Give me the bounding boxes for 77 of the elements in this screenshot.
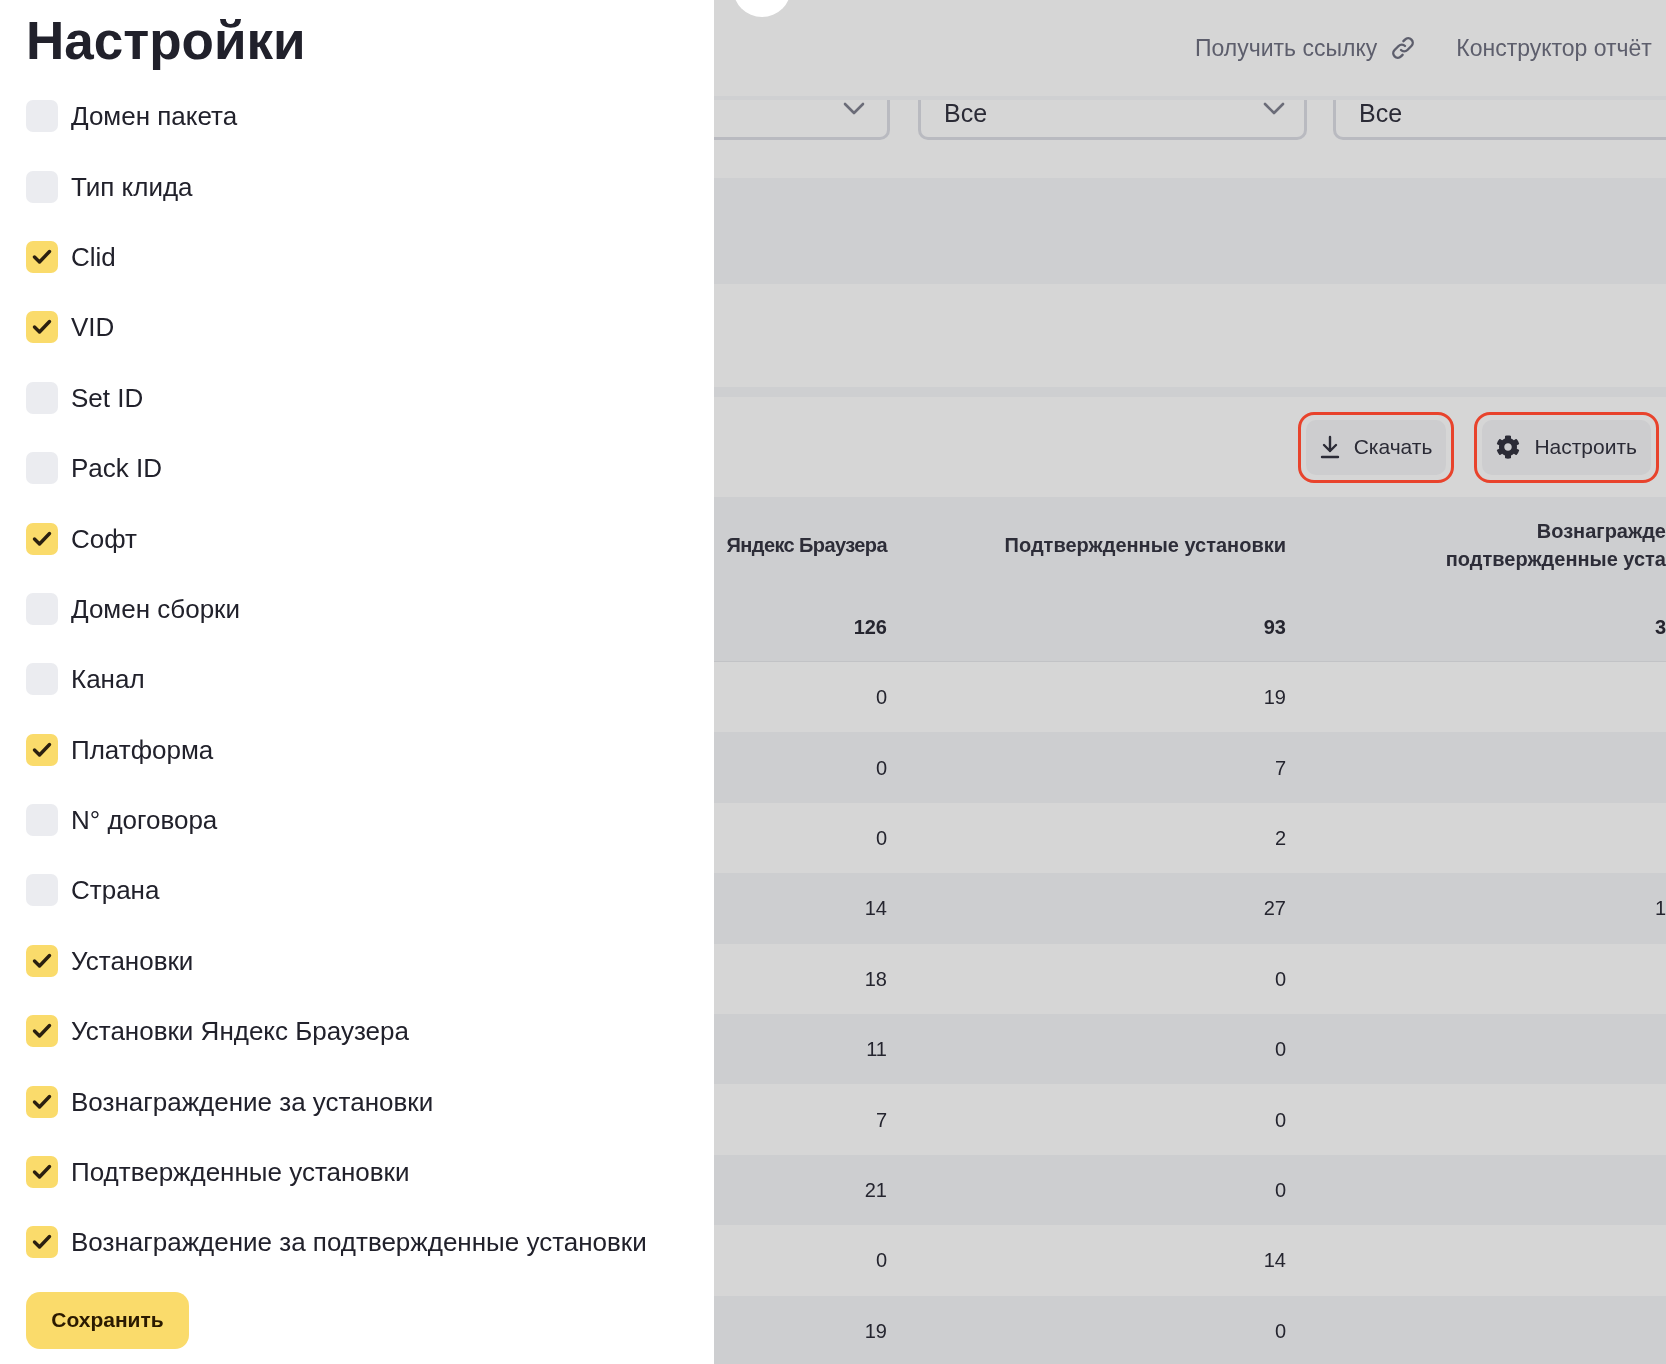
option-label: Канал [71,664,145,695]
checkbox[interactable] [26,1085,58,1118]
checkbox[interactable] [26,522,58,555]
toolbar-button[interactable]: Настроить [1482,419,1651,475]
option-label: Софт [71,523,137,554]
checkbox[interactable] [26,311,58,344]
table-cell-text: 11 [866,1037,887,1063]
table-cell-text: 0 [1274,1318,1286,1344]
table-cell-text: 21 [864,1177,887,1203]
checkbox[interactable] [26,240,58,273]
option-label: Pack ID [71,453,163,484]
option-label: Домен сборки [71,593,240,624]
table-cell-text: 0 [875,755,887,781]
option-label: Вознаграждение за подтвержденные установки [71,1227,647,1258]
table-cell-text: 14 [1263,1248,1286,1274]
option-label: Подтвержденные установки [71,1157,410,1188]
option-label: Страна [71,875,160,906]
table-cell-text: 0 [875,685,887,711]
table-cell-text: 0 [1274,1037,1286,1063]
option-label: Платформа [71,734,214,765]
column-header: Яндекс Браузера [725,533,887,558]
check-icon [32,952,52,969]
table-cell-text: 19 [1263,685,1286,711]
option-label: Тип клида [71,171,193,202]
checkbox[interactable] [26,1015,58,1048]
toolbar-button[interactable]: Скачать [1305,419,1447,475]
check-icon [32,1234,52,1251]
table-cell-text: 27 [1263,896,1286,922]
option-label: Установки Яндекс Браузера [71,1016,409,1047]
table-cell-text: 0 [1274,1177,1286,1203]
table-cell-text: 0 [1274,1107,1286,1133]
check-icon [32,319,52,336]
table-cell-text: 3 [1654,615,1666,640]
download-icon [1319,435,1340,459]
table-cell-text: 18 [864,966,887,992]
header-link[interactable]: Получить ссылку [1195,30,1416,66]
save-button[interactable]: Сохранить [26,1291,189,1349]
table-cell-text: 0 [875,825,887,851]
option-label: VID [71,312,115,343]
checkbox[interactable] [26,1156,58,1189]
select-value: Все [1359,100,1403,126]
link-icon [1391,36,1416,60]
header-link[interactable]: Конструктор отчёт [1456,30,1652,66]
checkbox[interactable] [26,944,58,977]
option-label: Set ID [71,382,144,413]
option-label: Clid [71,241,116,272]
check-icon [32,248,52,265]
check-icon [32,1023,52,1040]
chevron-down-icon [1263,102,1285,115]
select-value: Все [944,100,988,126]
gear-icon [1496,435,1521,459]
check-icon [32,1164,52,1181]
table-cell-text: 7 [875,1107,887,1133]
table-cell-text: 0 [1274,966,1286,992]
checkbox[interactable] [26,1226,58,1259]
option-label: Вознаграждение за установки [71,1086,434,1117]
column-header: Подтвержденные установки [1003,533,1286,558]
select-field[interactable]: Все [918,100,1307,140]
table-cell-text: 93 [1263,615,1286,640]
column-header: Вознагражде подтвержденные уста [1444,519,1666,572]
option-label: Установки [71,945,194,976]
check-icon [32,1093,52,1110]
select-field[interactable] [714,100,890,140]
table-cell-text: 1 [1654,896,1666,922]
chevron-down-icon [843,102,865,115]
table-cell-text: 14 [864,896,887,922]
table-cell-text: 126 [853,615,887,640]
option-label: Домен пакета [71,101,238,132]
check-icon [32,741,52,758]
select-field[interactable]: Все [1333,100,1666,140]
option-label: N° договора [71,805,218,836]
table-cell-text: 19 [864,1318,887,1344]
check-icon [32,530,52,547]
checkbox[interactable] [26,733,58,766]
table-cell-text: 2 [1274,825,1286,851]
table-cell-text: 0 [875,1248,887,1274]
table-cell-text: 7 [1274,755,1286,781]
